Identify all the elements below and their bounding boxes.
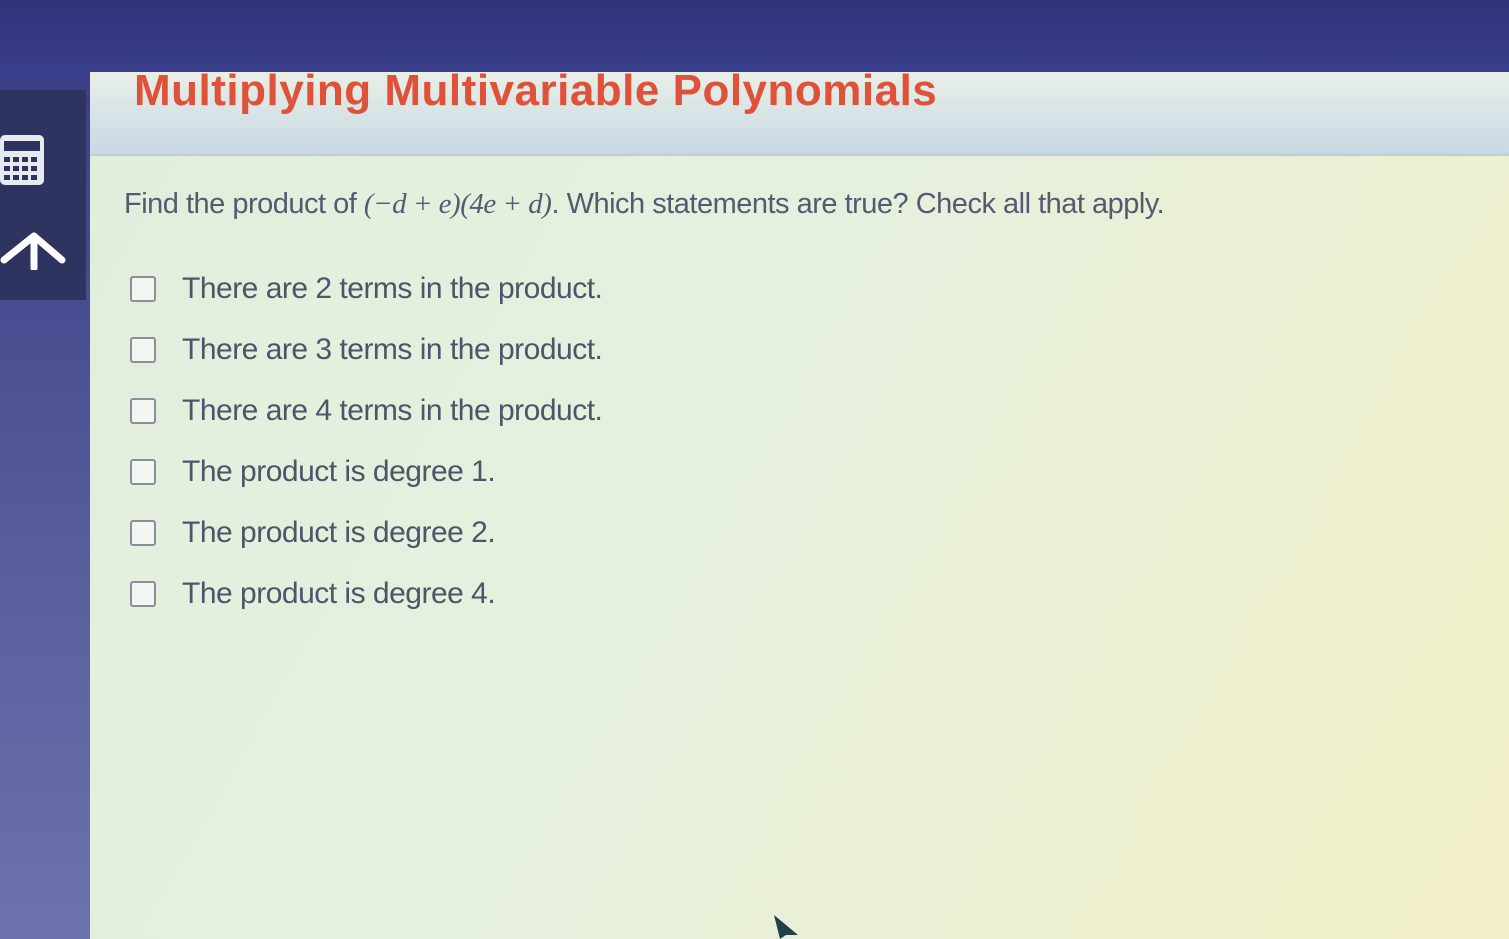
calculator-icon[interactable]: [0, 135, 46, 187]
question-suffix: . Which statements are true? Check all t…: [551, 188, 1165, 220]
question-expression: (−d + e)(4e + d): [363, 188, 552, 220]
option-item[interactable]: The product is degree 1.: [130, 441, 602, 502]
mouse-cursor-icon: [774, 915, 798, 939]
option-label[interactable]: The product is degree 1.: [182, 455, 496, 489]
option-item[interactable]: There are 3 terms in the product.: [130, 319, 603, 380]
option-label[interactable]: There are 4 terms in the product.: [182, 394, 603, 428]
option-label[interactable]: The product is degree 2.: [182, 516, 496, 550]
option-checkbox[interactable]: [130, 580, 156, 607]
answer-options: There are 2 terms in the product. There …: [130, 258, 603, 624]
question-prompt: Find the product of (−d + e)(4e + d). Wh…: [124, 188, 1165, 221]
page-title: Multiplying Multivariable Polynomials: [134, 66, 938, 115]
option-checkbox[interactable]: [130, 397, 156, 424]
option-checkbox[interactable]: [130, 458, 156, 485]
option-item[interactable]: There are 4 terms in the product.: [130, 380, 603, 441]
back-arrow-icon[interactable]: [0, 230, 66, 270]
option-checkbox[interactable]: [130, 275, 156, 302]
option-label[interactable]: The product is degree 4.: [182, 577, 496, 611]
option-item[interactable]: The product is degree 4.: [130, 563, 602, 624]
option-label[interactable]: There are 3 terms in the product.: [182, 333, 603, 367]
title-band: Multiplying Multivariable Polynomials: [90, 66, 1509, 156]
option-item[interactable]: There are 2 terms in the product.: [130, 258, 603, 319]
question-prefix: Find the product of: [124, 188, 364, 220]
option-label[interactable]: There are 2 terms in the product.: [182, 272, 603, 306]
option-checkbox[interactable]: [130, 519, 156, 546]
content-panel: Multiplying Multivariable Polynomials Fi…: [90, 66, 1509, 939]
option-item[interactable]: The product is degree 2.: [130, 502, 602, 563]
option-checkbox[interactable]: [130, 336, 156, 363]
